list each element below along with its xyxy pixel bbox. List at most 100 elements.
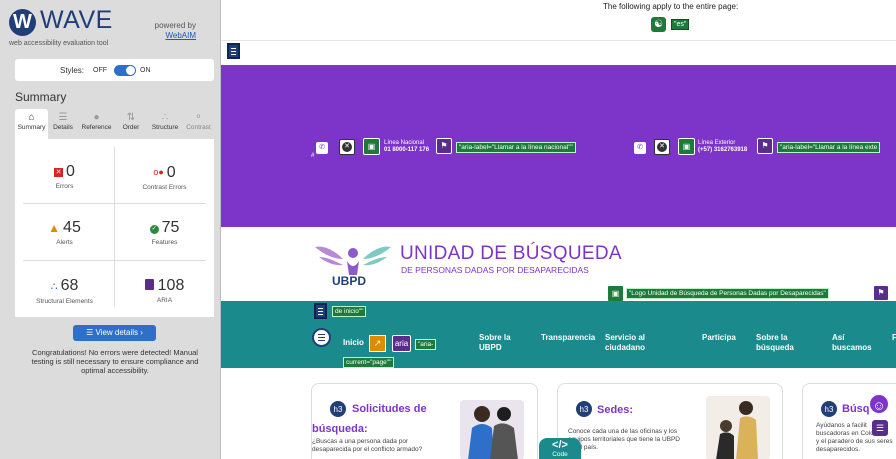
aria-label-exterior: "aria-label="Llamar a la línea exte xyxy=(777,142,881,153)
card-title-2-text: búsqueda: xyxy=(312,423,368,435)
list-icon: ☰ xyxy=(86,328,94,337)
webaim-link[interactable]: WebAIM xyxy=(165,31,196,40)
link-badge-icon[interactable]: ▣ xyxy=(363,138,380,155)
tag-icon[interactable]: ⚑ xyxy=(436,138,452,154)
nav-participa[interactable]: Participa xyxy=(702,333,736,343)
wave-tagline: web accessibility evaluation tool xyxy=(9,40,109,47)
logo-alt-text: "Logo Unidad de Búsqueda de Personas Dad… xyxy=(626,288,829,299)
card-text-line: Conoce cada una de las oficinas y los xyxy=(568,428,678,435)
h3-badge-icon[interactable]: h3 xyxy=(329,400,347,418)
nav-transparencia[interactable]: Transparencia xyxy=(541,333,595,343)
nav-sobre-ubpd[interactable]: Sobre la UBPD xyxy=(479,333,511,353)
nav-asi-buscamos[interactable]: Así buscamos xyxy=(832,333,872,353)
structure-icon: ∴ xyxy=(161,112,169,123)
congrats-message: Congratulations! No errors were detected… xyxy=(31,348,199,375)
phone-icon[interactable]: ✆ xyxy=(634,142,646,154)
nav-more[interactable]: F xyxy=(892,333,896,343)
features-label: Features xyxy=(151,239,178,246)
styles-toggle[interactable] xyxy=(114,65,136,76)
errors-count: 0 xyxy=(66,163,75,180)
structural-label: Structural Elements xyxy=(36,298,93,305)
document-icon[interactable] xyxy=(227,43,240,59)
alerts-count: 45 xyxy=(63,219,81,236)
accessibility-icon[interactable]: ☺ xyxy=(868,393,890,415)
view-details-button[interactable]: ☰ View details › xyxy=(73,325,156,341)
contrast-icon: ⚬ xyxy=(194,112,203,123)
aria-badge-icon[interactable]: aria xyxy=(392,335,411,352)
entire-page-text: The following apply to the entire page: xyxy=(603,2,739,11)
aria-icon xyxy=(144,279,154,290)
nav-line2: buscamos xyxy=(832,343,872,352)
nav-inicio[interactable]: Inicio xyxy=(343,338,364,348)
styles-off-label: OFF xyxy=(93,67,107,74)
wave-logo-icon[interactable]: W xyxy=(9,9,36,36)
error-icon: ✕ xyxy=(54,168,64,177)
powered-by: powered by WebAIM xyxy=(155,21,196,41)
hash-label: # xyxy=(311,153,315,159)
aria-small-icon[interactable]: ☰ xyxy=(872,420,888,436)
alerts-stat[interactable]: ▲ 45 Alerts xyxy=(15,219,114,246)
nav-line1: Servicio al xyxy=(605,333,646,342)
tab-reference[interactable]: ● Reference xyxy=(79,109,114,139)
card-text-line: ¿Buscas a una persona dada por xyxy=(312,438,409,445)
list-icon: ☰ xyxy=(58,112,68,123)
globe-icon[interactable]: ☯ xyxy=(651,17,666,32)
document-icon[interactable] xyxy=(314,303,327,319)
nav-sobre-busqueda[interactable]: Sobre la búsqueda xyxy=(756,333,794,353)
errors-stat[interactable]: ✕ 0 Errors xyxy=(15,163,114,190)
image-alt-icon[interactable]: ▣ xyxy=(607,285,624,302)
close-badge-icon[interactable]: ✕ xyxy=(654,139,670,155)
errors-label: Errors xyxy=(55,183,74,190)
tag-icon[interactable]: ⚑ xyxy=(873,285,889,301)
tab-label: Summary xyxy=(17,124,46,131)
tag-icon[interactable]: ⚑ xyxy=(757,138,773,154)
tab-label: Reference xyxy=(81,124,112,131)
phone-left-area: # xyxy=(311,144,314,162)
card-photo xyxy=(460,400,524,459)
tab-label: Structure xyxy=(151,124,179,131)
tab-details[interactable]: ☰ Details xyxy=(50,109,76,139)
card-title: Sedes: xyxy=(597,404,634,416)
aria-stat[interactable]: 108 ARIA xyxy=(115,277,214,304)
menu-list-icon[interactable] xyxy=(312,328,331,347)
features-count: 75 xyxy=(161,219,180,236)
nav-line1: Sobre la xyxy=(756,333,788,342)
nav-line2: ciudadano xyxy=(605,343,646,352)
features-stat[interactable]: ✓ 75 Features xyxy=(115,219,214,246)
h3-badge-icon[interactable]: h3 xyxy=(575,400,593,418)
aria-current-tag: "aria- xyxy=(415,339,437,350)
aria-label-nacional: "aria-label="Llamar a la línea nacional"… xyxy=(456,142,576,153)
tab-label: Order xyxy=(122,124,140,131)
card-sedes[interactable]: h3 Sedes: Conoce cada una de las oficina… xyxy=(557,383,783,459)
nav-servicio-ciudadano[interactable]: Servicio al ciudadano xyxy=(605,333,645,353)
tab-order[interactable]: ⇅ Order xyxy=(116,109,146,139)
link-badge-icon[interactable]: ▣ xyxy=(678,138,695,155)
contrast-errors-stat[interactable]: o● 0 Contrast Errors xyxy=(115,163,214,191)
card-solicitudes[interactable]: h3 Solicitudes de búsqueda: ¿Buscas a un… xyxy=(311,383,538,459)
styles-label: Styles: xyxy=(60,66,85,75)
tab-summary[interactable]: ⌂ Summary xyxy=(15,109,48,139)
nav-line2: búsqueda xyxy=(756,343,794,352)
powered-by-label: powered by xyxy=(154,21,196,30)
wave-tabs: ⌂ Summary ☰ Details ● Reference ⇅ Order … xyxy=(15,109,214,139)
code-panel-tab[interactable]: </> Code xyxy=(539,438,581,459)
card-text-line: y el paradero de sus seres xyxy=(816,438,893,445)
aria-label: ARIA xyxy=(156,297,173,304)
nav-line2: UBPD xyxy=(479,343,502,352)
unidad-title: UNIDAD DE BÚSQUEDA xyxy=(400,243,622,264)
alert-badge-icon[interactable]: ↗ xyxy=(369,335,386,352)
unidad-subtitle: DE PERSONAS DADAS POR DESAPARECIDAS xyxy=(401,265,589,275)
card-title: Solicitudes de xyxy=(352,403,427,415)
alerts-label: Alerts xyxy=(56,239,73,246)
structural-stat[interactable]: ∴ 68 Structural Elements xyxy=(15,277,114,305)
entire-page-bar: The following apply to the entire page: … xyxy=(221,0,896,41)
h3-badge-icon[interactable]: h3 xyxy=(820,400,838,418)
tab-contrast[interactable]: ⚬ Contrast xyxy=(183,109,214,139)
phone-icon[interactable]: ✆ xyxy=(316,142,328,154)
feature-check-icon: ✓ xyxy=(149,225,159,234)
card-text-line: desaparecida por el conflicto armado? xyxy=(312,446,423,453)
close-badge-icon[interactable]: ✕ xyxy=(339,139,355,155)
tab-structure[interactable]: ∴ Structure xyxy=(148,109,182,139)
nav-line1: Participa xyxy=(702,333,736,342)
x-icon: ✕ xyxy=(342,142,352,152)
